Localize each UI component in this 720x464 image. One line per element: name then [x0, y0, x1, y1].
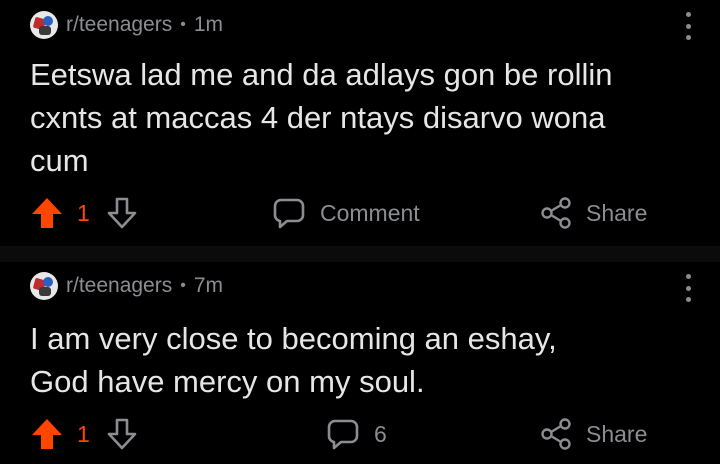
comment-count: 6 — [374, 420, 387, 447]
meta-separator: • — [180, 16, 186, 33]
post-meta: r/teenagers • 1m — [30, 10, 223, 40]
vote-score: 1 — [77, 199, 90, 226]
subreddit-name[interactable]: r/teenagers — [66, 274, 172, 298]
comment-icon — [273, 198, 305, 229]
post-meta: r/teenagers • 7m — [30, 271, 223, 301]
post-age: 7m — [193, 274, 224, 297]
post-actions: 1 Comment Share — [0, 193, 720, 233]
post-actions: 1 6 Share — [0, 414, 720, 454]
comment-button[interactable]: 6 — [326, 414, 387, 454]
upvote-icon[interactable] — [30, 414, 64, 454]
share-button[interactable]: Share — [540, 193, 647, 233]
comment-button[interactable]: Comment — [272, 193, 420, 233]
upvote-icon[interactable] — [30, 193, 64, 233]
meta-separator: • — [180, 277, 186, 294]
share-icon — [541, 197, 571, 229]
post-title[interactable]: Eetswa lad me and da adlays gon be rolli… — [30, 53, 700, 182]
subreddit-avatar-icon[interactable] — [30, 272, 58, 300]
share-icon — [541, 418, 571, 450]
subreddit-name[interactable]: r/teenagers — [66, 13, 172, 37]
share-label: Share — [586, 199, 648, 226]
vote-score: 1 — [77, 420, 90, 447]
post-age: 1m — [193, 13, 224, 36]
share-label: Share — [586, 420, 648, 447]
comment-icon — [327, 419, 359, 450]
post-card[interactable]: r/teenagers • 7m I am very close to beco… — [0, 262, 720, 464]
more-options-icon[interactable] — [680, 274, 696, 302]
more-options-icon[interactable] — [680, 12, 696, 40]
post-title[interactable]: I am very close to becoming an eshay, Go… — [30, 317, 700, 403]
post-card[interactable]: r/teenagers • 1m Eetswa lad me and da ad… — [0, 0, 720, 246]
subreddit-avatar-icon[interactable] — [30, 11, 58, 39]
downvote-icon[interactable] — [106, 193, 138, 233]
comment-label: Comment — [320, 199, 420, 226]
downvote-icon[interactable] — [106, 414, 138, 454]
share-button[interactable]: Share — [540, 414, 647, 454]
